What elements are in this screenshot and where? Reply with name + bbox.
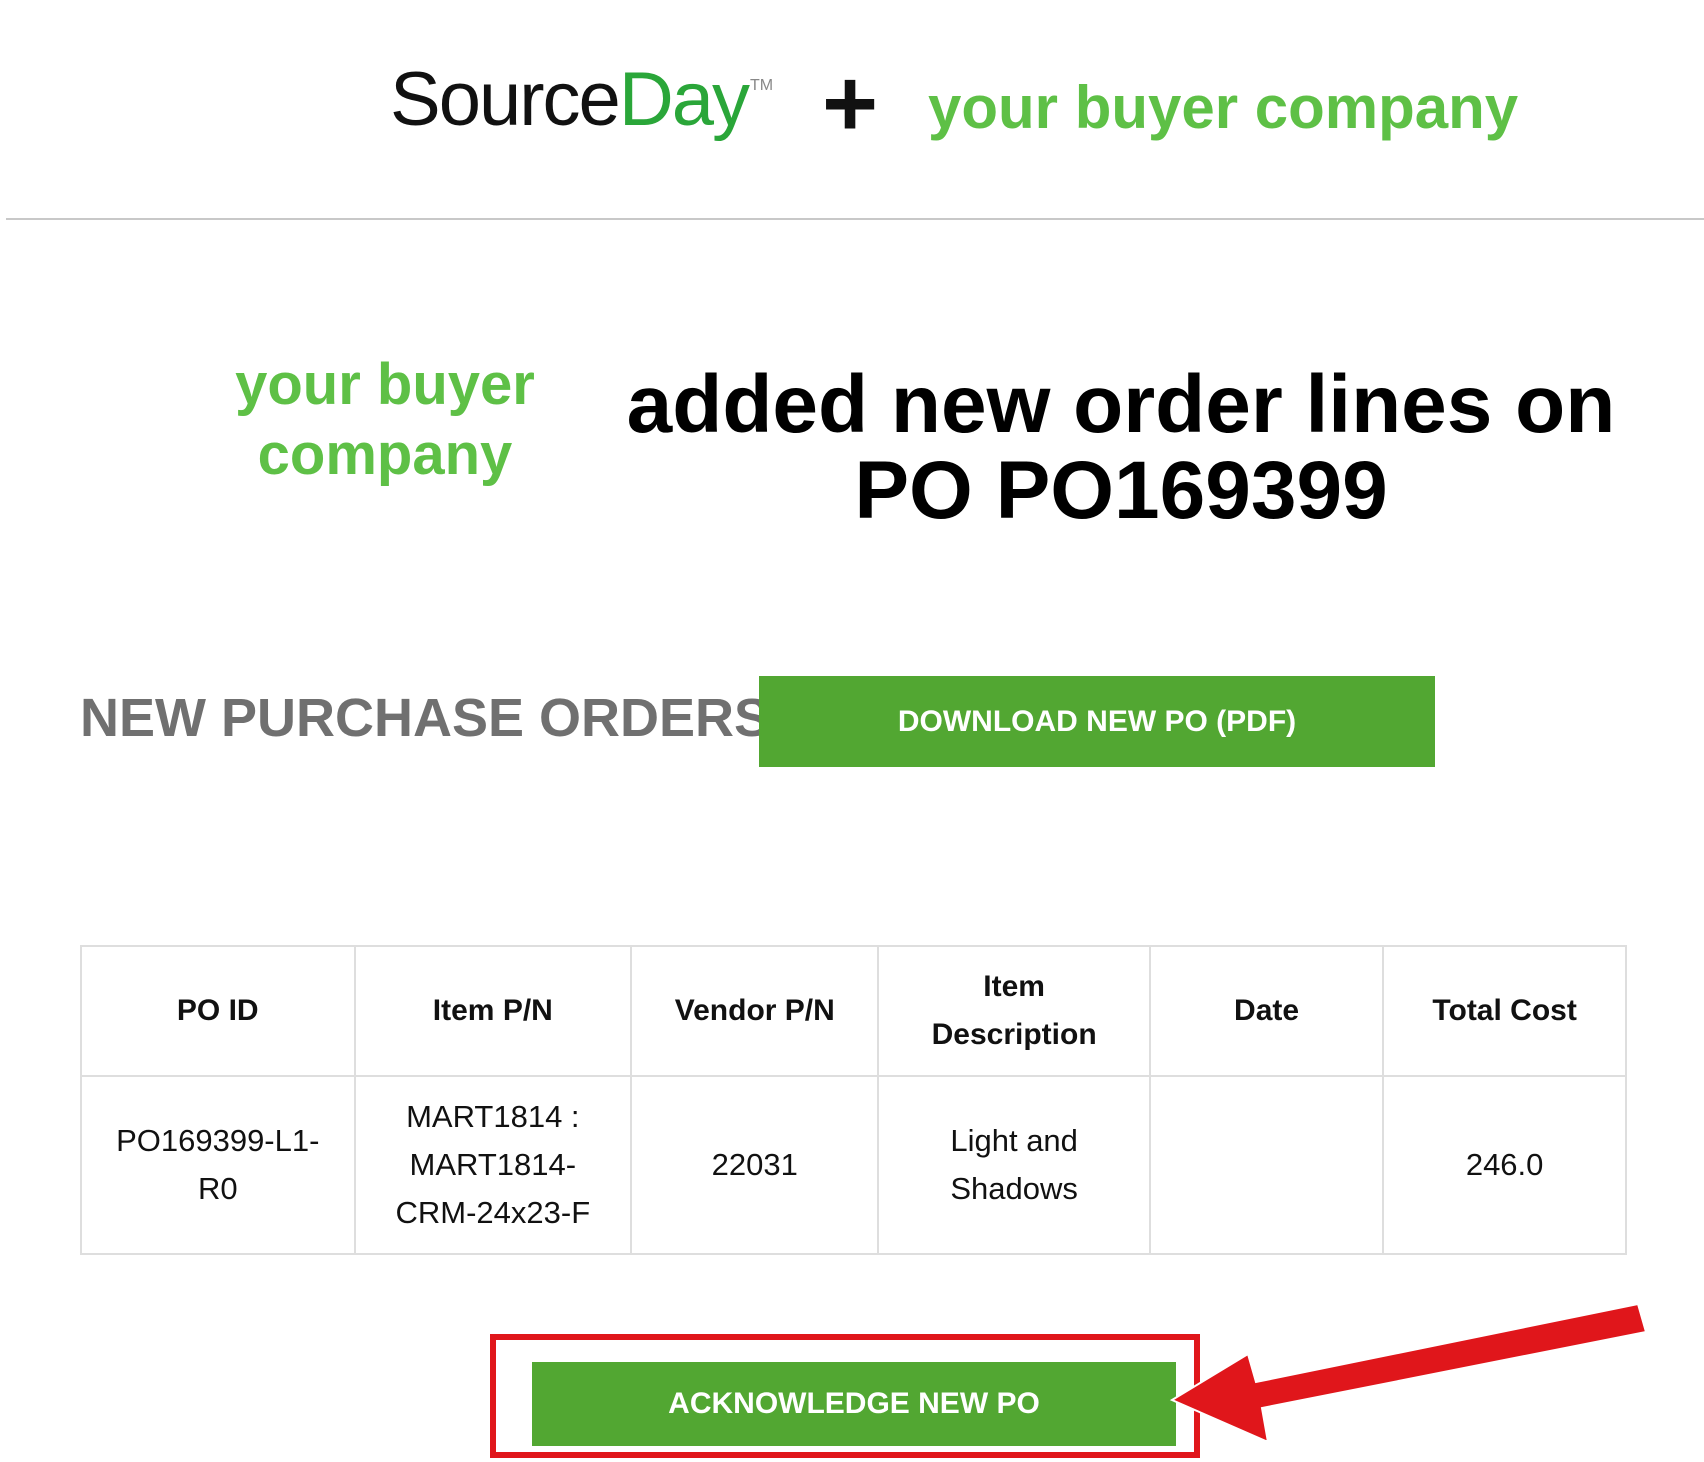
column-header: PO ID [80, 945, 356, 1077]
acknowledge-po-button[interactable]: ACKNOWLEDGE NEW PO [532, 1362, 1176, 1446]
section-title: NEW PURCHASE ORDERS [80, 688, 771, 748]
cell-po-id: PO169399-L1-R0 [80, 1075, 356, 1255]
headline-text: added new order lines on PO PO169399 [626, 359, 1616, 536]
column-header: Item P/N [353, 945, 633, 1077]
column-header: Date [1148, 945, 1385, 1077]
download-po-button[interactable]: DOWNLOAD NEW PO (PDF) [759, 676, 1435, 767]
email-header: SourceDay TM + your buyer company [0, 0, 1704, 220]
headline-buyer-company: your buyer company [235, 352, 535, 487]
table-row: PO169399-L1-R0 MART1814 : MART1814-CRM-2… [80, 1075, 1627, 1255]
cell-date [1148, 1075, 1385, 1255]
logo-trademark: TM [749, 77, 774, 94]
red-arrow-icon [1169, 1302, 1648, 1440]
po-table: PO ID Item P/N Vendor P/N Item Descripti… [80, 945, 1627, 1255]
table-header-row: PO ID Item P/N Vendor P/N Item Descripti… [80, 945, 1627, 1077]
cell-total-cost: 246.0 [1382, 1075, 1627, 1255]
column-header: Item Description [877, 945, 1151, 1077]
column-header: Total Cost [1382, 945, 1627, 1077]
logo-source-text: Source [390, 57, 621, 142]
sourceday-logo: SourceDay TM [390, 62, 773, 138]
column-header: Vendor P/N [630, 945, 880, 1077]
buyer-company-logo: your buyer company [928, 74, 1519, 141]
cell-item-pn: MART1814 : MART1814-CRM-24x23-F [353, 1075, 633, 1255]
arrow-shape [1169, 1302, 1648, 1440]
cell-vendor-pn: 22031 [630, 1075, 880, 1255]
header-divider [6, 218, 1704, 220]
cell-item-description: Light and Shadows [877, 1075, 1151, 1255]
plus-sign: + [822, 50, 879, 157]
logo-day-text: Day [618, 57, 750, 142]
